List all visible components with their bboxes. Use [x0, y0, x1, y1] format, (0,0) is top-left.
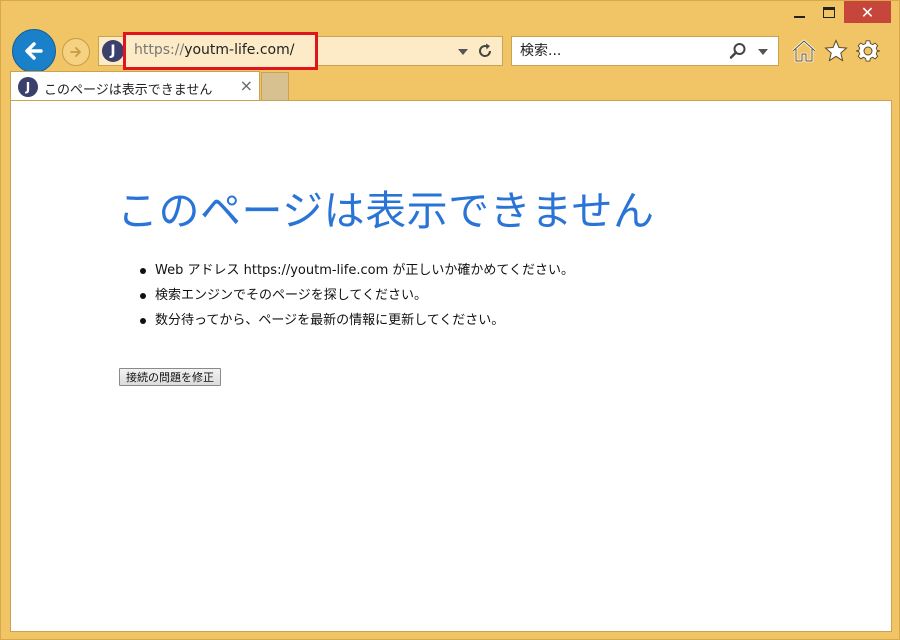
address-dropdown-icon[interactable]: [458, 49, 468, 55]
tab-close-icon[interactable]: ×: [240, 76, 253, 95]
home-icon: [792, 39, 816, 63]
suggestion-list: Web アドレス https://youtm-life.com が正しいか確かめ…: [140, 263, 574, 338]
minimize-icon: [793, 16, 805, 18]
arrow-left-icon: [25, 42, 43, 60]
window-controls: ✕: [784, 1, 891, 31]
search-box[interactable]: [511, 36, 779, 66]
page-title: このページは表示できません: [117, 187, 655, 235]
star-icon: [824, 39, 848, 62]
address-scheme: https://: [134, 42, 185, 58]
toolbar-icons: [791, 38, 881, 64]
address-url[interactable]: https://youtm-life.com/: [134, 42, 294, 58]
tab-title: このページは表示できません: [44, 83, 213, 98]
maximize-button[interactable]: [814, 1, 844, 23]
minimize-button[interactable]: [784, 1, 814, 23]
refresh-arrow-icon: [479, 43, 492, 57]
address-bar[interactable]: J https://youtm-life.com/: [98, 32, 503, 70]
browser-window: ✕ J https://youtm-life.com/ 検索... J このペー…: [0, 0, 900, 640]
address-host: youtm-life.com/: [184, 42, 295, 58]
tab-active[interactable]: J このページは表示できません ×: [10, 71, 260, 101]
fix-connection-button[interactable]: 接続の問題を修正: [119, 368, 221, 386]
search-input[interactable]: [512, 37, 722, 65]
arrow-right-icon: [70, 47, 81, 57]
settings-button[interactable]: [855, 38, 881, 64]
forward-button[interactable]: [62, 38, 90, 66]
favorites-button[interactable]: [823, 38, 849, 64]
home-button[interactable]: [791, 38, 817, 64]
gear-icon: [856, 40, 880, 62]
tab-favicon-icon: J: [18, 77, 38, 97]
search-dropdown-icon[interactable]: [758, 49, 768, 55]
close-icon: ✕: [860, 2, 875, 22]
list-item: 数分待ってから、ページを最新の情報に更新してください。: [140, 313, 574, 338]
new-tab-button[interactable]: [261, 72, 289, 100]
close-window-button[interactable]: ✕: [844, 1, 891, 23]
address-highlight-box: https://youtm-life.com/: [123, 32, 318, 70]
list-item: 検索エンジンでそのページを探してください。: [140, 288, 574, 313]
list-item: Web アドレス https://youtm-life.com が正しいか確かめ…: [140, 263, 574, 288]
site-favicon-icon: J: [102, 40, 124, 62]
refresh-icon[interactable]: [474, 40, 496, 62]
back-button[interactable]: [12, 29, 56, 73]
page-content: このページは表示できません Web アドレス https://youtm-lif…: [10, 100, 892, 632]
maximize-icon: [823, 6, 835, 18]
search-icon[interactable]: [728, 41, 748, 61]
